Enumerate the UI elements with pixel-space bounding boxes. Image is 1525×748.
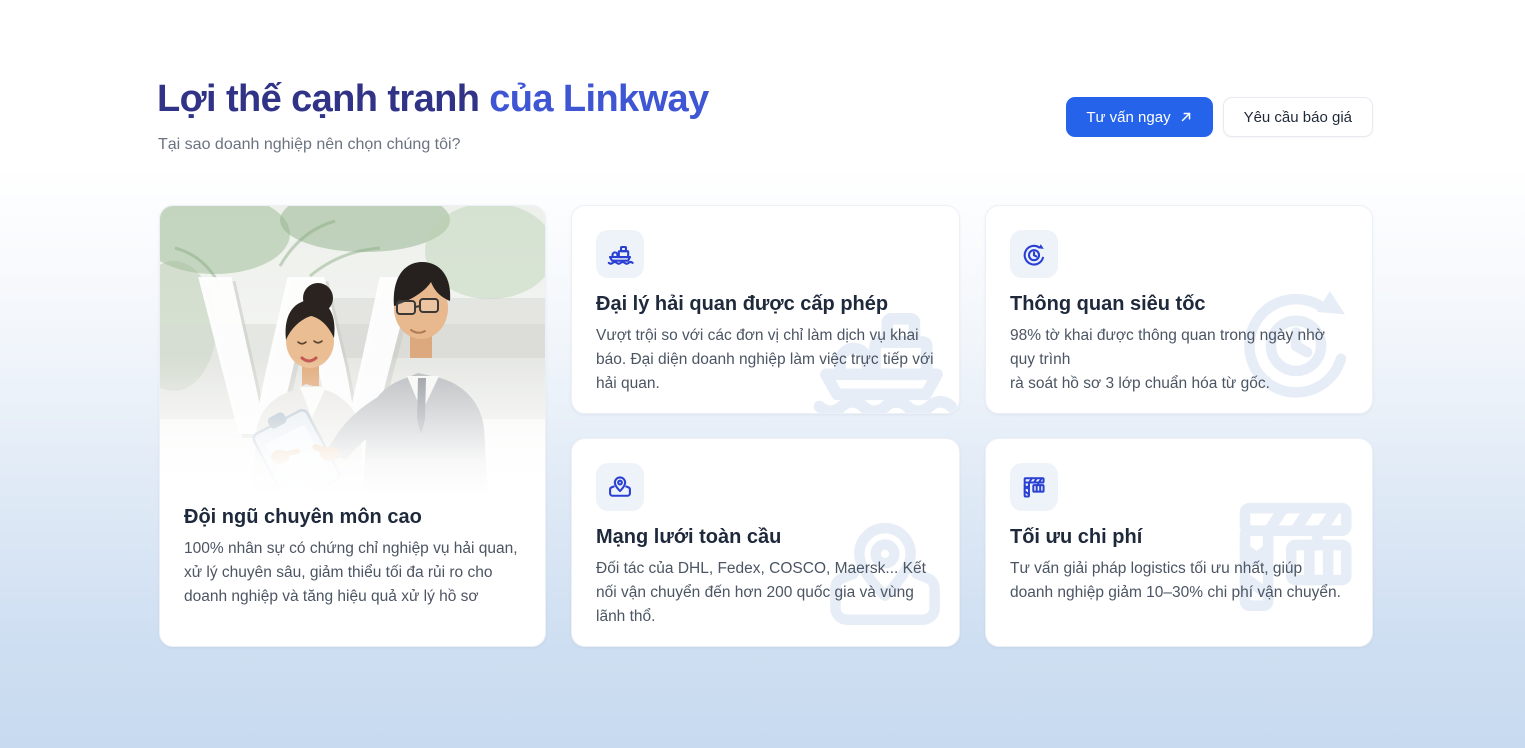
arrow-up-right-icon [1179, 110, 1193, 124]
card-fast-clearance[interactable]: Thông quan siêu tốc 98% tờ khai được thô… [985, 205, 1373, 414]
card-team-title: Đội ngũ chuyên môn cao [184, 506, 521, 529]
request-quote-label: Yêu cầu báo giá [1244, 109, 1352, 126]
crane-icon [1020, 473, 1048, 501]
page-title-accent: của Linkway [489, 78, 708, 120]
card-team-body: 100% nhân sự có chứng chỉ nghiệp vụ hải … [184, 537, 521, 609]
card-customs-title: Đại lý hải quan được cấp phép [596, 293, 935, 316]
map-pin-icon [606, 473, 634, 501]
request-quote-button[interactable]: Yêu cầu báo giá [1223, 97, 1373, 137]
card-speed-body: 98% tờ khai được thông quan trong ngày n… [1010, 324, 1348, 396]
page-title-dark: Lợi thế cạnh tranh [157, 78, 479, 120]
page-title: Lợi thế cạnh tranhcủa Linkway [157, 76, 709, 124]
clock-speed-icon [1020, 240, 1048, 268]
card-cost-title: Tối ưu chi phí [1010, 526, 1348, 549]
page-subtitle: Tại sao doanh nghiệp nên chọn chúng tôi? [158, 136, 460, 154]
icon-tile [596, 463, 644, 511]
ship-icon [606, 240, 634, 268]
icon-tile [1010, 230, 1058, 278]
card-network-body: Đối tác của DHL, Fedex, COSCO, Maersk...… [596, 557, 935, 629]
cta-row: Tư vấn ngay Yêu cầu báo giá [1066, 97, 1373, 137]
icon-tile [1010, 463, 1058, 511]
consult-now-button[interactable]: Tư vấn ngay [1066, 97, 1212, 137]
card-speed-title: Thông quan siêu tốc [1010, 293, 1348, 316]
icon-tile [596, 230, 644, 278]
card-cost-optimization[interactable]: Tối ưu chi phí Tư vấn giải pháp logistic… [985, 438, 1373, 647]
card-customs-agent[interactable]: Đại lý hải quan được cấp phép Vượt trội … [571, 205, 960, 414]
crane-watermark-icon [1220, 480, 1370, 630]
consult-now-label: Tư vấn ngay [1086, 109, 1170, 126]
card-global-network[interactable]: Mạng lưới toàn cầu Đối tác của DHL, Fede… [571, 438, 960, 647]
card-team[interactable]: W W [159, 205, 546, 647]
team-photo: W W [160, 206, 546, 496]
card-network-title: Mạng lưới toàn cầu [596, 526, 935, 549]
card-cost-body: Tư vấn giải pháp logistics tối ưu nhất, … [1010, 557, 1348, 605]
card-customs-body: Vượt trội so với các đơn vị chỉ làm dịch… [596, 324, 935, 396]
